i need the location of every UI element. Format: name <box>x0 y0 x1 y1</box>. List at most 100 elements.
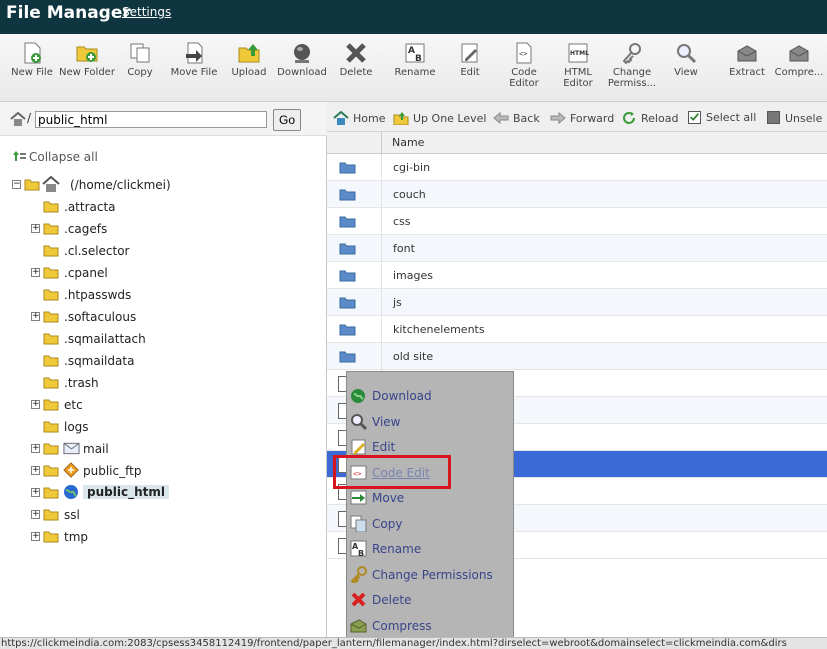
toolbar: New File New Folder Copy Move File Uploa… <box>0 34 827 102</box>
settings-link[interactable]: Settings <box>122 5 171 19</box>
table-row[interactable]: couch <box>327 181 827 208</box>
tree-item[interactable]: + ssl <box>31 506 311 524</box>
compress-label: Compre... <box>774 67 824 78</box>
delete-label: Delete <box>339 67 373 78</box>
tree-item[interactable]: + .cpanel <box>31 264 311 282</box>
upload-button[interactable]: Upload <box>221 42 277 78</box>
tree-item[interactable]: + mail <box>31 440 311 458</box>
tree-item[interactable]: .attracta <box>31 198 311 216</box>
tree-item[interactable]: + .cagefs <box>31 220 311 238</box>
new-file-label: New File <box>11 67 53 78</box>
folder-icon <box>43 465 59 477</box>
collapse-all-link[interactable]: Collapse all <box>12 150 98 164</box>
code-editor-label: Code Editor <box>509 67 539 89</box>
rename-button[interactable]: AB Rename <box>387 42 443 78</box>
edit-button[interactable]: Edit <box>442 42 498 78</box>
expand-toggle[interactable]: + <box>31 224 40 233</box>
tree-item[interactable]: .trash <box>31 374 311 392</box>
context-menu-item[interactable]: View <box>347 410 513 434</box>
expand-toggle[interactable]: + <box>31 268 40 277</box>
folder-icon <box>43 333 59 345</box>
tree-item-label: .cagefs <box>64 222 108 236</box>
expand-toggle[interactable]: + <box>31 312 40 321</box>
tree-item[interactable]: .cl.selector <box>31 242 311 260</box>
forward-label: Forward <box>570 112 615 125</box>
home-nav-button[interactable]: Home <box>333 111 385 125</box>
move-file-label: Move File <box>170 67 218 78</box>
table-row[interactable]: cgi-bin <box>327 154 827 181</box>
html-editor-button[interactable]: HTML HTML Editor <box>550 42 606 89</box>
new-folder-icon <box>76 46 98 62</box>
context-menu-label: Rename <box>372 542 422 556</box>
go-button[interactable]: Go <box>273 109 301 131</box>
context-menu-item[interactable]: Delete <box>347 588 513 612</box>
tree-item[interactable]: + public_ftp <box>31 462 311 480</box>
context-menu-item[interactable]: Change Permissions <box>347 563 513 587</box>
table-row[interactable]: images <box>327 262 827 289</box>
ftp-diamond-icon <box>63 462 79 478</box>
expand-toggle[interactable]: + <box>31 466 40 475</box>
context-menu-item[interactable]: Move <box>347 486 513 510</box>
expand-toggle[interactable]: + <box>31 510 40 519</box>
tree-item-label: etc <box>64 398 83 412</box>
name-column-header[interactable]: Name <box>392 136 424 149</box>
table-row[interactable]: font <box>327 235 827 262</box>
tree-item[interactable]: + .softaculous <box>31 308 311 326</box>
tree-item[interactable]: + tmp <box>31 528 311 546</box>
tree-item[interactable]: .htpasswds <box>31 286 311 304</box>
context-menu-item[interactable]: A B Rename <box>347 537 513 561</box>
back-button[interactable]: Back <box>493 111 540 125</box>
forward-button[interactable]: Forward <box>550 111 614 125</box>
copy-button[interactable]: Copy <box>112 42 168 78</box>
tree-item[interactable]: + etc <box>31 396 311 414</box>
annotation-highlight-box <box>333 455 451 489</box>
up-one-level-button[interactable]: Up One Level <box>393 111 486 125</box>
tree-item[interactable]: logs <box>31 418 311 436</box>
table-row[interactable]: old site <box>327 343 827 370</box>
context-menu-item[interactable]: Compress <box>347 614 513 638</box>
folder-icon <box>43 245 59 257</box>
tree-root[interactable]: − (/home/clickmei) <box>12 176 312 194</box>
code-editor-button[interactable]: <> Code Editor <box>496 42 552 89</box>
context-menu-item[interactable]: Download <box>347 384 513 408</box>
unselect-all-checkbox[interactable]: Unsele <box>767 111 822 125</box>
expand-toggle[interactable]: + <box>31 444 40 453</box>
new-folder-button[interactable]: New Folder <box>59 42 115 78</box>
view-button[interactable]: View <box>658 42 714 78</box>
select-all-checkbox[interactable]: Select all <box>688 111 756 124</box>
home-path-icon[interactable] <box>10 112 28 126</box>
table-row[interactable]: kitchenelements <box>327 316 827 343</box>
collapse-toggle[interactable]: − <box>12 180 21 189</box>
context-menu-label: Delete <box>372 593 412 607</box>
edit-icon <box>461 43 478 63</box>
tree-item[interactable]: .sqmaildata <box>31 352 311 370</box>
folder-icon <box>43 201 59 213</box>
extract-icon <box>737 45 757 62</box>
expand-toggle[interactable]: + <box>31 532 40 541</box>
column-divider <box>381 316 382 343</box>
new-file-button[interactable]: New File <box>4 42 60 78</box>
change-permissions-button[interactable]: Change Permiss... <box>604 42 660 89</box>
extract-button[interactable]: Extract <box>719 42 775 78</box>
reload-button[interactable]: Reload <box>621 111 678 125</box>
file-name: kitchenelements <box>393 323 485 336</box>
table-row[interactable]: js <box>327 289 827 316</box>
rename-label: Rename <box>394 67 436 78</box>
tree-item[interactable]: .sqmailattach <box>31 330 311 348</box>
expand-toggle[interactable]: + <box>31 488 40 497</box>
delete-button[interactable]: Delete <box>328 42 384 78</box>
tree-item-label: .cl.selector <box>64 244 130 258</box>
context-menu-item[interactable]: Copy <box>347 512 513 536</box>
table-row[interactable]: css <box>327 208 827 235</box>
compress-button[interactable]: Compre... <box>771 42 827 78</box>
blue-folder-icon <box>339 162 356 174</box>
download-button[interactable]: Download <box>274 42 330 78</box>
context-menu-label: Copy <box>372 517 403 531</box>
tree-item[interactable]: + public_html <box>31 484 311 502</box>
collapse-all-icon <box>13 151 26 161</box>
folder-icon <box>43 311 59 323</box>
move-file-button[interactable]: Move File <box>166 42 222 78</box>
folder-icon <box>43 443 59 455</box>
expand-toggle[interactable]: + <box>31 400 40 409</box>
path-input[interactable] <box>35 111 267 128</box>
